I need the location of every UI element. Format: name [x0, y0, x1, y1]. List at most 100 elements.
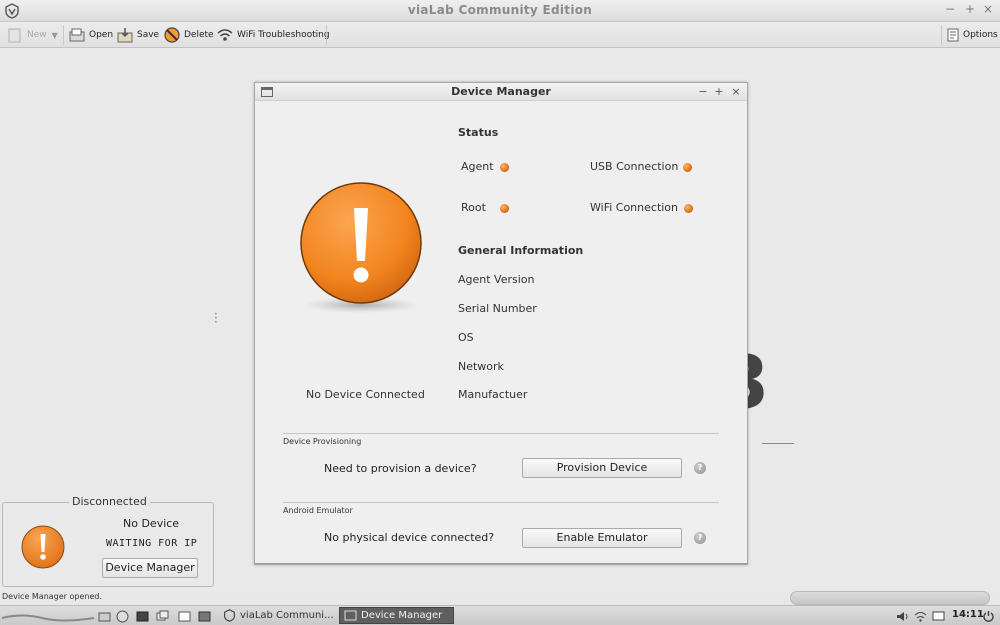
splitter-handle[interactable]: · · · — [214, 308, 218, 328]
dialog-close-icon[interactable]: × — [730, 85, 742, 98]
manufacturer-label: Manufactuer — [458, 388, 528, 401]
terminal-launcher-2[interactable] — [198, 608, 214, 624]
taskbar-task-device-manager[interactable]: Device Manager — [339, 607, 454, 624]
delete-button[interactable]: Delete — [163, 25, 214, 45]
emulator-help-icon[interactable]: ? — [694, 532, 706, 544]
maximize-icon[interactable]: + — [962, 2, 978, 16]
network-tray[interactable] — [914, 608, 930, 624]
progress-bar — [790, 591, 990, 605]
provision-prompt: Need to provision a device? — [324, 462, 477, 475]
window-switcher-launcher[interactable] — [156, 608, 172, 624]
section-divider — [283, 433, 719, 434]
usb-status-label: USB Connection — [590, 160, 679, 173]
toolbar-divider — [63, 25, 64, 45]
minimize-icon[interactable]: − — [942, 2, 958, 16]
workspace-pager-icon — [2, 614, 94, 622]
new-button[interactable]: New ▼ — [6, 25, 58, 45]
options-label: Options — [963, 30, 998, 40]
display-icon — [932, 611, 945, 620]
device-manager-dialog: Device Manager − + × No Device Connected… — [254, 82, 748, 565]
window-icon — [344, 610, 357, 621]
wifi-troubleshooting-button[interactable]: WiFi Troubleshooting — [216, 25, 330, 45]
task-label: Device Manager — [361, 610, 443, 621]
wifi-status-indicator — [684, 204, 693, 213]
volume-tray[interactable] — [896, 608, 912, 624]
open-folder-icon — [69, 28, 85, 42]
taskbar-pager[interactable] — [2, 608, 94, 624]
dialog-bottom-edge — [255, 563, 747, 564]
screen-tray[interactable] — [932, 608, 948, 624]
dialog-title: Device Manager — [451, 85, 551, 98]
save-button[interactable]: Save — [116, 25, 159, 45]
taskbar-task-vialab[interactable]: viaLab Communi... — [219, 607, 335, 624]
close-icon[interactable]: × — [980, 2, 996, 16]
volume-icon — [897, 611, 908, 621]
usb-status-indicator — [683, 163, 692, 172]
toolbar-divider — [326, 25, 327, 45]
connection-status-title: Disconnected — [69, 495, 150, 508]
root-status-indicator — [500, 204, 509, 213]
device-manager-button[interactable]: Device Manager — [102, 558, 198, 578]
network-label: Network — [458, 360, 504, 373]
chevron-down-icon[interactable]: ▼ — [52, 31, 58, 40]
device-provisioning-group-label: Device Provisioning — [283, 437, 362, 446]
agent-status-indicator — [500, 163, 509, 172]
browser-icon — [116, 610, 129, 622]
provision-device-button[interactable]: Provision Device — [522, 458, 682, 478]
status-message: Device Manager opened. — [2, 592, 103, 601]
window-titlebar: viaLab Community Edition − + × — [0, 0, 1000, 22]
android-emulator-group-label: Android Emulator — [283, 506, 353, 515]
agent-status-label: Agent — [461, 160, 494, 173]
power-icon — [983, 610, 994, 622]
os-label: OS — [458, 331, 474, 344]
wifi-icon — [914, 611, 927, 622]
file-manager-launcher[interactable] — [98, 608, 114, 624]
device-name-label: No Device — [123, 517, 180, 530]
emulator-prompt: No physical device connected? — [324, 531, 495, 544]
desktop-icon — [178, 611, 191, 621]
folder-icon — [98, 612, 111, 621]
warning-icon — [21, 525, 65, 569]
new-label: New — [27, 30, 47, 40]
toolbar-divider — [941, 25, 942, 45]
section-divider — [283, 502, 719, 503]
clock: 14:11 — [952, 609, 984, 620]
main-toolbar: New ▼ Open Save Delete WiFi Troubleshoot… — [0, 22, 1000, 48]
options-icon — [947, 28, 959, 42]
dialog-minimize-icon[interactable]: − — [697, 85, 709, 98]
wifi-status-label: WiFi Connection — [590, 201, 679, 214]
background-underline — [762, 443, 794, 444]
general-info-heading: General Information — [458, 244, 584, 257]
browser-launcher[interactable] — [116, 608, 132, 624]
terminal-icon — [136, 611, 149, 621]
status-heading: Status — [458, 126, 499, 139]
device-status-panel: Disconnected No Device WAITING FOR IP De… — [2, 495, 214, 587]
vialab-logo-icon — [224, 609, 235, 622]
terminal-icon — [198, 611, 211, 621]
terminal-launcher[interactable] — [136, 608, 152, 624]
window-title: viaLab Community Edition — [407, 3, 593, 17]
agent-version-label: Agent Version — [458, 273, 535, 286]
show-desktop-launcher[interactable] — [178, 608, 194, 624]
serial-number-label: Serial Number — [458, 302, 537, 315]
wifi-icon — [217, 29, 233, 41]
taskbar: viaLab Communi... Device Manager 14:11 — [0, 605, 1000, 625]
power-tray[interactable] — [982, 608, 998, 624]
windows-icon — [156, 610, 169, 620]
provision-help-icon[interactable]: ? — [694, 462, 706, 474]
open-label: Open — [89, 30, 114, 40]
root-status-label: Root — [461, 201, 486, 214]
waiting-for-ip-label: WAITING FOR IP — [106, 538, 198, 549]
open-button[interactable]: Open — [68, 25, 113, 45]
dialog-maximize-icon[interactable]: + — [713, 85, 725, 98]
no-device-label: No Device Connected — [306, 388, 425, 401]
save-icon — [117, 28, 133, 43]
save-label: Save — [137, 30, 160, 40]
enable-emulator-button[interactable]: Enable Emulator — [522, 528, 682, 548]
dialog-titlebar[interactable]: Device Manager − + × — [255, 83, 747, 101]
delete-icon — [164, 27, 180, 43]
task-label: viaLab Communi... — [240, 610, 334, 621]
wifi-troubleshooting-label: WiFi Troubleshooting — [237, 30, 330, 40]
delete-label: Delete — [184, 30, 214, 40]
options-button[interactable]: Options — [946, 25, 998, 45]
